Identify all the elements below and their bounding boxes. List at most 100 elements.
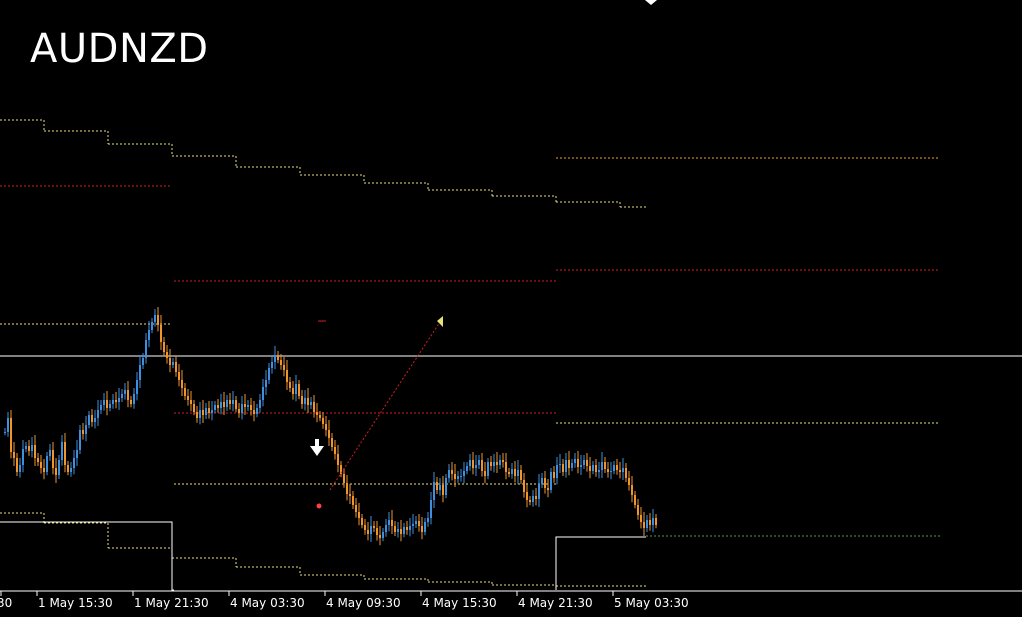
candle (82, 423, 84, 440)
candle (19, 458, 21, 478)
candle-body (13, 452, 15, 458)
candle-body (568, 460, 570, 468)
candle-body (439, 485, 441, 490)
candle-body (445, 478, 447, 495)
candle (70, 462, 72, 477)
candle-body (397, 529, 399, 532)
candle-body (127, 390, 129, 400)
candle (436, 477, 438, 494)
candle-body (43, 468, 45, 472)
candle-body (436, 482, 438, 490)
candle-body (364, 525, 366, 530)
candle (556, 457, 558, 485)
candle-body (205, 408, 207, 415)
candle-body (268, 368, 270, 380)
candle (286, 360, 288, 390)
candle-body (25, 446, 27, 449)
candle (151, 318, 153, 334)
candle (451, 462, 453, 481)
candle (565, 453, 567, 478)
candle (94, 410, 96, 429)
candle-body (58, 460, 60, 475)
candle-body (124, 390, 126, 394)
candle-body (517, 470, 519, 476)
candle-body (52, 450, 54, 468)
candle-body (469, 460, 471, 466)
candle-body (241, 404, 243, 413)
range-line (0, 521, 174, 591)
candle (607, 462, 609, 478)
candle-body (484, 471, 486, 476)
candle (295, 375, 297, 402)
candle (388, 512, 390, 532)
candle (400, 520, 402, 542)
candle-body (262, 387, 264, 400)
candle-body (334, 447, 336, 454)
candle (7, 412, 9, 437)
candle (43, 459, 45, 480)
candle (55, 458, 57, 483)
candle (601, 452, 603, 478)
candle-body (472, 460, 474, 468)
candle (634, 491, 636, 509)
x-tick-label: 30 (0, 596, 12, 610)
candle (526, 483, 528, 508)
candle-body (199, 410, 201, 418)
candle (235, 396, 237, 413)
sell-arrow-icon (310, 439, 324, 456)
price-chart[interactable]: 30 1 May 15:30 1 May 21:30 4 May 03:30 4 May… (0, 0, 1022, 617)
candle (61, 435, 63, 466)
candle (559, 454, 561, 473)
candle-body (547, 488, 549, 490)
candle (589, 457, 591, 479)
candle-body (424, 522, 426, 532)
candle-body (130, 400, 132, 404)
candle-body (61, 442, 63, 460)
candle (616, 459, 618, 475)
candle (307, 388, 309, 413)
candle (529, 496, 531, 506)
candle-body (343, 474, 345, 483)
candle-body (409, 526, 411, 530)
candle (127, 381, 129, 408)
candle-body (172, 362, 174, 365)
candle-body (499, 460, 501, 465)
x-tick-label: 5 May 03:30 (614, 596, 689, 610)
candle-body (256, 408, 258, 414)
candle (49, 444, 51, 461)
candle-body (91, 415, 93, 422)
candle-body (316, 412, 318, 415)
candle (646, 515, 648, 532)
candle-body (463, 471, 465, 476)
candle (508, 468, 510, 478)
candle (412, 514, 414, 534)
candle-body (232, 400, 234, 404)
candle-body (166, 352, 168, 358)
candle-body (520, 470, 522, 480)
candle (88, 411, 90, 429)
candle-body (298, 384, 300, 396)
candle (418, 514, 420, 532)
candle (313, 395, 315, 418)
candle-body (514, 469, 516, 476)
candle-body (616, 465, 618, 470)
candle-body (490, 462, 492, 466)
candle-body (475, 465, 477, 468)
candle-body (94, 418, 96, 422)
candle (361, 514, 363, 529)
x-axis: 30 1 May 15:30 1 May 21:30 4 May 03:30 4 May… (0, 590, 1022, 610)
candle-body (301, 396, 303, 404)
candle-body (607, 469, 609, 472)
candle-body (652, 518, 654, 525)
candle (496, 452, 498, 473)
candle (649, 513, 651, 531)
candle (253, 401, 255, 422)
candle (622, 458, 624, 480)
candle (178, 364, 180, 387)
candle (124, 383, 126, 400)
candle-body (22, 449, 24, 465)
candle (445, 474, 447, 499)
candle (139, 355, 141, 388)
candle (475, 455, 477, 476)
candle (199, 402, 201, 425)
